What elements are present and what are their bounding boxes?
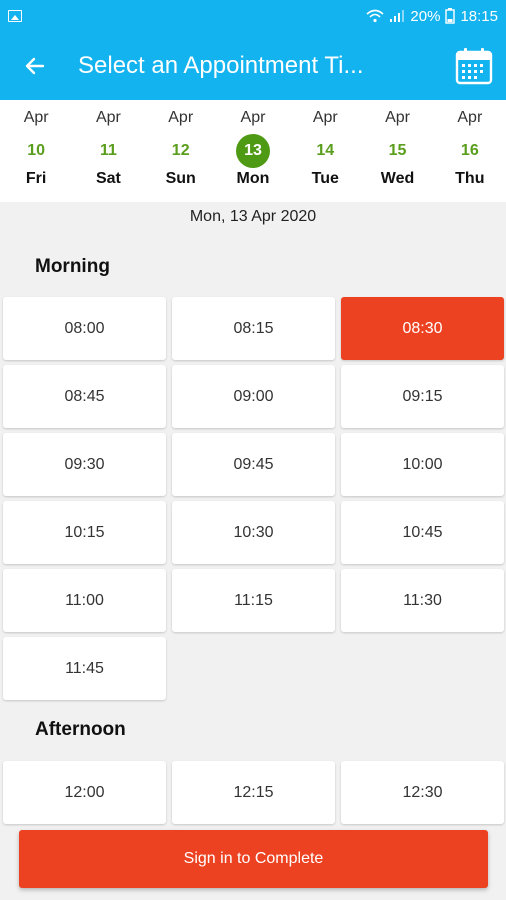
time-slot[interactable]: 10:00 (341, 433, 504, 496)
status-bar: 20% 18:15 (0, 0, 506, 32)
date-day: 11 (99, 142, 117, 159)
signal-icon (390, 10, 405, 22)
arrow-left-icon (25, 57, 45, 75)
date-day: 14 (316, 142, 335, 159)
date-day: 15 (388, 142, 407, 159)
date-weekday: Wed (380, 170, 415, 187)
date-day: 16 (460, 142, 479, 159)
time-slot[interactable]: 11:45 (3, 637, 166, 700)
date-weekday: Mon (236, 170, 270, 187)
date-day: 12 (171, 142, 190, 159)
time-slot[interactable]: 08:15 (172, 297, 335, 360)
section-title-afternoon: Afternoon (35, 719, 126, 740)
afternoon-slots: 12:00 12:15 12:30 (3, 761, 504, 824)
time-slot[interactable]: 12:15 (172, 761, 335, 824)
time-slot[interactable]: 09:15 (341, 365, 504, 428)
calendar-icon (455, 48, 493, 85)
date-weekday: Sat (95, 170, 121, 187)
date-item[interactable]: Apr 16 Thu (434, 100, 506, 202)
wifi-icon (366, 9, 384, 23)
date-item[interactable]: Apr 11 Sat (72, 100, 144, 202)
time-slot[interactable]: 09:30 (3, 433, 166, 496)
time-slot[interactable]: 12:30 (341, 761, 504, 824)
date-item-selected[interactable]: Apr 13 Mon (217, 100, 289, 202)
date-item[interactable]: Apr 15 Wed (361, 100, 433, 202)
page-title: Select an Appointment Ti... (78, 52, 364, 79)
clock: 18:15 (460, 7, 498, 25)
time-slot[interactable]: 10:15 (3, 501, 166, 564)
time-slot[interactable]: 10:30 (172, 501, 335, 564)
date-month: Apr (385, 109, 410, 126)
gallery-notification-icon (8, 10, 22, 22)
date-month: Apr (240, 109, 266, 126)
morning-slots: 08:00 08:15 08:30 08:45 09:00 09:15 09:3… (3, 297, 504, 700)
time-slot[interactable]: 08:45 (3, 365, 166, 428)
date-month: Apr (23, 109, 49, 126)
date-month: Apr (168, 109, 194, 126)
date-month: Apr (312, 109, 338, 126)
date-item[interactable]: Apr 12 Sun (145, 100, 217, 202)
date-day: 13 (235, 134, 270, 168)
time-slot[interactable]: 10:45 (341, 501, 504, 564)
time-slot[interactable]: 09:45 (172, 433, 335, 496)
app-bar: Select an Appointment Ti... (0, 32, 506, 100)
battery-icon (445, 8, 456, 24)
time-slot[interactable]: 12:00 (3, 761, 166, 824)
battery-percent: 20% (410, 7, 441, 25)
date-day: 10 (27, 142, 46, 159)
time-slot[interactable]: 11:30 (341, 569, 504, 632)
date-weekday: Fri (25, 170, 47, 187)
date-weekday: Thu (455, 170, 485, 187)
time-slot[interactable]: 11:15 (172, 569, 335, 632)
time-slot-selected[interactable]: 08:30 (341, 297, 504, 360)
time-slot[interactable]: 11:00 (3, 569, 166, 632)
selected-date-label: Mon, 13 Apr 2020 (189, 208, 317, 225)
date-item[interactable]: Apr 10 Fri (0, 100, 72, 202)
section-title-morning: Morning (35, 256, 110, 277)
date-month: Apr (95, 109, 121, 126)
time-slot[interactable]: 08:00 (3, 297, 166, 360)
back-button[interactable] (0, 32, 70, 100)
calendar-button[interactable] (452, 44, 496, 88)
date-month: Apr (457, 109, 483, 126)
time-slot[interactable]: 09:00 (172, 365, 335, 428)
date-item[interactable]: Apr 14 Tue (289, 100, 361, 202)
date-weekday: Tue (311, 170, 339, 187)
sign-in-button[interactable]: Sign in to Complete (19, 830, 488, 888)
date-weekday: Sun (165, 170, 196, 187)
date-strip: Apr 10 Fri Apr 11 Sat Apr 12 Sun Apr 13 … (0, 100, 506, 202)
